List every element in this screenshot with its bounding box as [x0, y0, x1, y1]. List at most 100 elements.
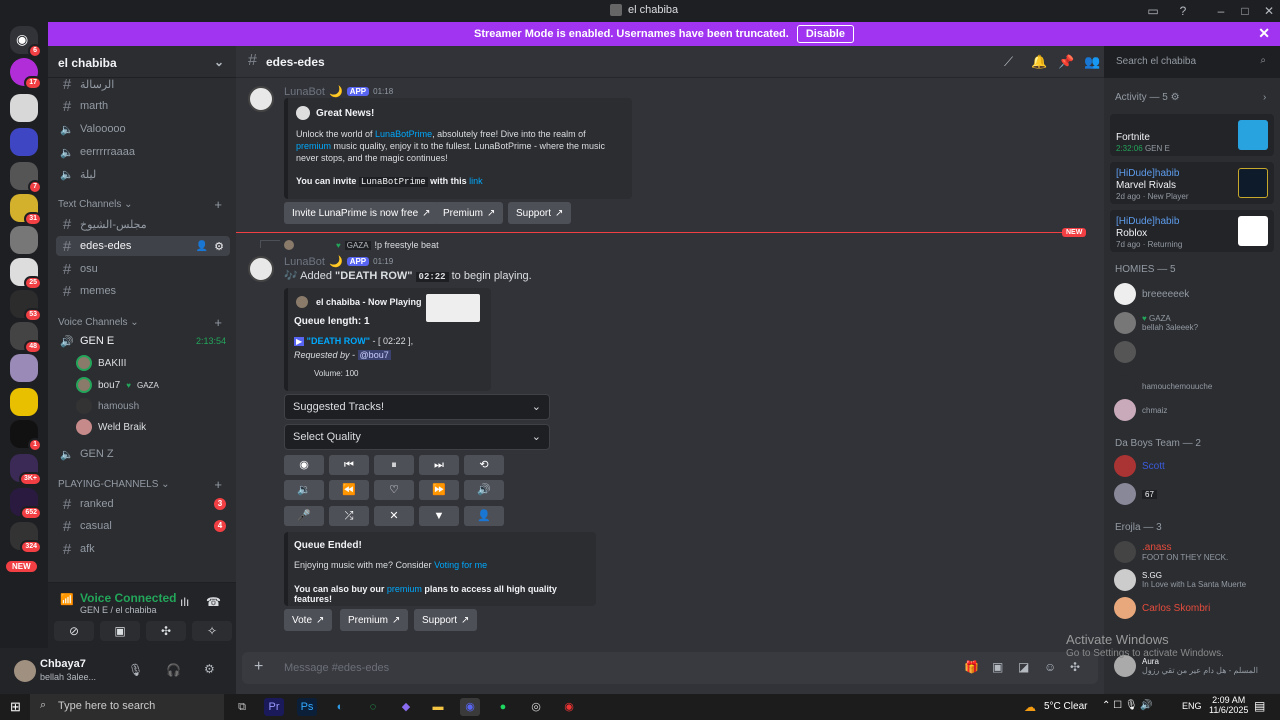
vote-button[interactable]: Vote ↗	[284, 609, 333, 631]
activity-card[interactable]: [HiDude]habib Marvel Rivals 2d ago · New…	[1110, 162, 1274, 204]
premium-link[interactable]: premium	[387, 584, 422, 594]
headphones-icon[interactable]: 🎧	[166, 663, 181, 677]
add-user-button[interactable]: 👤	[464, 506, 504, 526]
mention[interactable]: @bou7	[357, 350, 391, 360]
category-playing[interactable]: PLAYING-CHANNELS ⌄ +	[58, 477, 226, 492]
server-icon[interactable]: 652	[10, 488, 42, 520]
server-icon[interactable]: 7	[10, 162, 42, 194]
tray-icons[interactable]: ⌃ ☐ 🎙 🔊	[1102, 700, 1153, 711]
forward-button[interactable]: ⏩	[419, 480, 459, 500]
server-icon[interactable]: 1	[10, 420, 42, 452]
copilot-icon[interactable]: ◆	[396, 698, 416, 716]
member-item[interactable]: Carlos Skombri	[1114, 596, 1274, 620]
app-icon[interactable]: ◎	[526, 698, 546, 716]
bot-avatar[interactable]	[248, 86, 274, 112]
channel-item[interactable]: # مجلس-الشيوخ	[56, 214, 230, 234]
settings-icon[interactable]: ⚙	[214, 240, 224, 253]
server-icon[interactable]: 31	[10, 194, 42, 226]
members-icon[interactable]: 👥	[1084, 54, 1100, 70]
voice-user[interactable]: hamoush	[76, 396, 226, 416]
spotify-icon[interactable]: ●	[493, 698, 513, 716]
member-item[interactable]: .anass FOOT ON THEY NECK.	[1114, 540, 1274, 564]
edge-icon[interactable]: ◐	[330, 698, 350, 716]
emoji-icon[interactable]: ☺	[1044, 660, 1056, 674]
premium-button[interactable]: Premium ↗	[340, 609, 409, 631]
threads-icon[interactable]: ⟋	[1004, 54, 1013, 70]
apps-icon[interactable]: ✣	[1070, 660, 1080, 674]
member-item[interactable]: Scott	[1114, 454, 1274, 478]
home-button[interactable]: ◉ 6	[10, 26, 42, 58]
weather-text[interactable]: 5°C Clear	[1044, 701, 1087, 712]
add-channel-icon[interactable]: +	[214, 477, 222, 492]
server-icon[interactable]: 17	[10, 58, 42, 90]
invite-link[interactable]: link	[469, 176, 483, 186]
pin-icon[interactable]: 📌	[1058, 54, 1074, 70]
disconnect-icon[interactable]: ☎	[206, 595, 221, 609]
channel-item-selected[interactable]: # edes-edes ⚙ 👤	[56, 236, 230, 256]
quality-select[interactable]: Select Quality ⌄	[284, 424, 550, 450]
voice-user[interactable]: BAKIII	[76, 353, 226, 373]
noise-icon[interactable]: ılı	[180, 595, 189, 609]
voice-channel-item[interactable]: 🔈 eerrrrraaaa	[56, 142, 230, 162]
invite-button[interactable]: Invite LunaPrime is now free ↗	[284, 202, 439, 224]
browser-icon[interactable]: ◉	[559, 698, 579, 716]
next-button[interactable]: ⏭	[419, 455, 459, 475]
member-item[interactable]: S.GG In Love with La Santa Muerte	[1114, 568, 1274, 592]
loop-button[interactable]: ⟲	[464, 455, 504, 475]
activity-card[interactable]: [HiDude]habib Roblox 7d ago · Returning	[1110, 210, 1274, 252]
add-channel-icon[interactable]: +	[214, 315, 222, 330]
minimize-icon[interactable]: –	[1213, 3, 1229, 19]
member-item[interactable]: chmaiz	[1114, 398, 1274, 422]
member-item[interactable]	[1114, 340, 1274, 364]
disable-button[interactable]: Disable	[796, 25, 854, 43]
gif-icon[interactable]: ▣	[992, 660, 1003, 674]
file-explorer-icon[interactable]: ▬	[428, 698, 448, 716]
screen-share-button[interactable]: ▣	[100, 621, 140, 641]
category-text[interactable]: Text Channels ⌄ +	[58, 197, 226, 212]
server-icon[interactable]: 53	[10, 290, 42, 322]
maximize-icon[interactable]: □	[1237, 3, 1253, 19]
server-icon[interactable]	[10, 226, 38, 254]
server-icon[interactable]: 3K+	[10, 454, 42, 486]
reply-preview[interactable]: ♥ GAZA !p freestyle beat	[284, 240, 439, 250]
activity-card[interactable]: Fortnite 2:32:06 GEN E	[1110, 114, 1274, 156]
language-indicator[interactable]: ENG	[1182, 701, 1202, 711]
microphone-icon[interactable]: 🎙	[128, 663, 143, 677]
support-button[interactable]: Support ↗	[508, 202, 572, 224]
gear-icon[interactable]: ⚙	[204, 662, 215, 676]
activity-button[interactable]: ✣	[146, 621, 186, 641]
member-item[interactable]: breeeeeek	[1114, 282, 1274, 306]
thumbnail-image[interactable]	[426, 294, 480, 322]
help-icon[interactable]: ?	[1175, 3, 1191, 19]
autoplay-button[interactable]: ◉	[284, 455, 324, 475]
member-item[interactable]: hamouchemouuche	[1114, 374, 1274, 398]
sticker-icon[interactable]: ◪	[1018, 660, 1029, 674]
channel-item[interactable]: # marth	[56, 96, 230, 116]
channel-item[interactable]: # memes	[56, 281, 230, 301]
close-icon[interactable]: ✕	[1261, 3, 1277, 19]
inbox-icon[interactable]: ▭	[1145, 3, 1161, 19]
voice-channel-item[interactable]: 🔈 ليلة	[56, 164, 230, 184]
message-input[interactable]: + Message #edes-edes 🎁 ▣ ◪ ☺ ✣	[242, 652, 1098, 684]
voice-user[interactable]: bou7 ♥ GAZA	[76, 375, 226, 395]
add-channel-icon[interactable]: +	[214, 197, 222, 212]
channel-item[interactable]: # casual 4	[56, 516, 230, 536]
author-name[interactable]: LunaBot	[284, 86, 325, 98]
channel-item[interactable]: # ranked 3	[56, 494, 230, 514]
lunabotprime-link[interactable]: LunaBotPrime	[375, 129, 432, 139]
server-icon[interactable]	[10, 94, 38, 122]
premium-link[interactable]: premium	[296, 141, 331, 151]
rewind-button[interactable]: ⏪	[329, 480, 369, 500]
category-voice[interactable]: Voice Channels ⌄ +	[58, 315, 226, 330]
support-button[interactable]: Support ↗	[414, 609, 478, 631]
camera-button[interactable]: ⊘	[54, 621, 94, 641]
start-icon[interactable]: ⊞	[10, 699, 21, 715]
add-attachment-icon[interactable]: +	[254, 658, 263, 676]
taskbar-search[interactable]: ⌕ Type here to search	[30, 694, 224, 720]
discord-taskbar-icon[interactable]: ◉	[460, 698, 480, 716]
channel-item[interactable]: # afk	[56, 539, 230, 559]
soundboard-button[interactable]: ✧	[192, 621, 232, 641]
clock[interactable]: 2:09 AM 11/6/2025	[1209, 695, 1248, 715]
pause-button[interactable]: ⏸	[374, 455, 414, 475]
server-icon[interactable]	[10, 388, 38, 416]
